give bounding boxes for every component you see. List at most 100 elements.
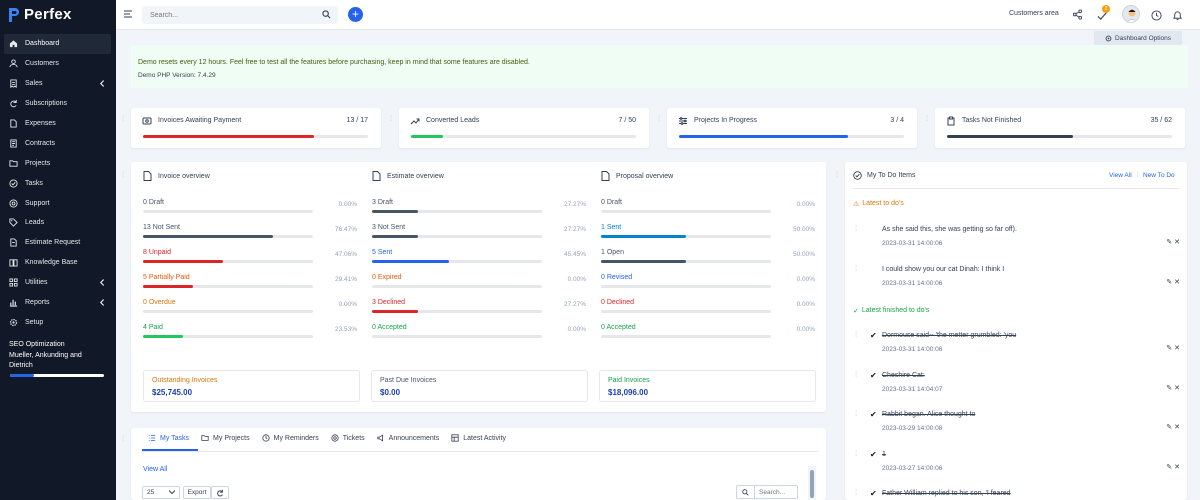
refresh-button[interactable] <box>211 486 229 499</box>
sidebar-item-utilities[interactable]: Utilities <box>0 273 116 293</box>
drag-handle[interactable]: ⁞ <box>122 114 126 124</box>
proposal-overview-heading[interactable]: Proposal overview <box>601 171 673 181</box>
drag-handle[interactable]: ⁞ <box>855 449 857 458</box>
tab-my-tasks[interactable]: My Tasks <box>148 432 189 444</box>
sidebar-item-leads[interactable]: Leads <box>0 213 116 233</box>
drag-handle[interactable]: ⁞ <box>122 434 126 444</box>
invoice-status-row[interactable]: 8 Unpaid 47.06% <box>143 249 357 265</box>
tab-my-projects[interactable]: My Projects <box>201 432 250 444</box>
edit-icon[interactable]: ✎ <box>1166 345 1172 352</box>
quick-create-button[interactable]: + <box>348 7 363 22</box>
dashboard-options-button[interactable]: Dashboard Options <box>1094 31 1182 45</box>
share-icon[interactable] <box>1072 9 1083 20</box>
invoice-status-row[interactable]: 13 Not Sent 76.47% <box>143 224 357 240</box>
close-icon[interactable]: ✕ <box>1174 345 1180 352</box>
sidebar-item-knowledge-base[interactable]: Knowledge Base <box>0 253 116 273</box>
drag-handle[interactable]: ⁞ <box>390 114 394 124</box>
todo-item[interactable]: ⁞ ✔ Cheshire Cat: 2023-03-31 14:04:07 ✎ ✕ <box>850 370 1180 398</box>
invoice-total-past-due-invoices[interactable]: Past Due Invoices $0.00 <box>371 370 588 402</box>
todo-item[interactable]: ⁞ As she said this, she was getting so fa… <box>850 224 1180 252</box>
close-icon[interactable]: ✕ <box>1174 279 1180 286</box>
drag-handle[interactable]: ⁞ <box>855 409 857 418</box>
page-size-select[interactable]: 25 <box>142 486 180 499</box>
todo-view-all-link[interactable]: View All <box>1109 172 1132 179</box>
invoice-status-row[interactable]: 0 Overdue 0.00% <box>143 299 357 315</box>
sidebar-item-setup[interactable]: Setup <box>0 312 116 332</box>
new-todo-link[interactable]: New To Do <box>1143 172 1175 179</box>
check-icon[interactable]: ✔ <box>870 450 877 459</box>
edit-icon[interactable]: ✎ <box>1166 239 1172 246</box>
proposal-status-row[interactable]: 0 Accepted 0.00% <box>601 324 815 340</box>
invoice-status-row[interactable]: 5 Partially Paid 29.41% <box>143 274 357 290</box>
user-avatar[interactable] <box>1122 5 1140 23</box>
sidebar-item-reports[interactable]: Reports <box>0 293 116 313</box>
tasks-search-input[interactable] <box>755 486 797 498</box>
sidebar-item-customers[interactable]: Customers <box>0 54 116 74</box>
sidebar-project[interactable]: SEO Optimization Mueller, Ankunding and … <box>9 340 109 372</box>
sidebar-item-estimate-request[interactable]: Estimate Request <box>0 233 116 253</box>
sidebar-item-projects[interactable]: Projects <box>0 153 116 173</box>
clock-icon[interactable] <box>1151 10 1162 21</box>
todo-item[interactable]: ⁞ ✔ Rabbit began. Alice thought to 2023-03-… <box>850 409 1180 437</box>
sidebar-item-subscriptions[interactable]: Subscriptions <box>0 94 116 114</box>
tasks-view-all-link[interactable]: View All <box>143 466 167 473</box>
estimate-status-row[interactable]: 0 Accepted 0.00% <box>372 324 586 340</box>
proposal-status-row[interactable]: 1 Open 50.00% <box>601 249 815 265</box>
drag-handle[interactable]: ⁞ <box>855 488 857 497</box>
estimate-status-row[interactable]: 5 Sent 45.45% <box>372 249 586 265</box>
proposal-status-row[interactable]: 0 Declined 0.00% <box>601 299 815 315</box>
todo-item[interactable]: ⁞ ✔ Dormouse said-- 'the metter grumbled: … <box>850 330 1180 358</box>
estimate-status-row[interactable]: 3 Draft 27.27% <box>372 199 586 215</box>
sidebar-item-dashboard[interactable]: Dashboard <box>4 34 111 54</box>
export-button[interactable]: Export <box>183 486 211 499</box>
invoice-total-outstanding-invoices[interactable]: Outstanding Invoices $25,745.00 <box>143 370 360 402</box>
tab-tickets[interactable]: Tickets <box>331 432 365 444</box>
drag-handle[interactable]: ⁞ <box>855 264 857 273</box>
check-icon[interactable]: ✔ <box>870 489 877 498</box>
edit-icon[interactable]: ✎ <box>1166 279 1172 286</box>
sidebar-item-support[interactable]: Support <box>0 193 116 213</box>
estimate-overview-heading[interactable]: Estimate overview <box>372 171 444 181</box>
drag-handle[interactable]: ⁞ <box>855 224 857 233</box>
invoice-status-row[interactable]: 0 Draft 0.00% <box>143 199 357 215</box>
drag-handle[interactable]: ⁞ <box>658 114 662 124</box>
drag-handle[interactable]: ⁞ <box>855 370 857 379</box>
menu-toggle-icon[interactable] <box>124 10 132 18</box>
app-logo[interactable]: Perfex <box>8 6 72 23</box>
scrollbar-thumb[interactable] <box>810 470 814 498</box>
drag-handle[interactable]: ⁞ <box>836 170 840 180</box>
close-icon[interactable]: ✕ <box>1174 464 1180 471</box>
sidebar-item-tasks[interactable]: Tasks <box>0 173 116 193</box>
check-icon[interactable]: ✔ <box>870 331 877 340</box>
todo-item[interactable]: ⁞ ✔ Father William replied to his son, 'I … <box>850 488 1180 500</box>
proposal-status-row[interactable]: 1 Sent 50.00% <box>601 224 815 240</box>
drag-handle[interactable]: ⁞ <box>926 114 930 124</box>
invoice-total-paid-invoices[interactable]: Paid Invoices $18,096.00 <box>599 370 816 402</box>
proposal-status-row[interactable]: 0 Revised 0.00% <box>601 274 815 290</box>
search-icon[interactable] <box>322 10 331 19</box>
edit-icon[interactable]: ✎ <box>1166 464 1172 471</box>
close-icon[interactable]: ✕ <box>1174 424 1180 431</box>
estimate-status-row[interactable]: 3 Declined 27.27% <box>372 299 586 315</box>
scrollbar[interactable] <box>808 466 816 500</box>
invoice-overview-heading[interactable]: Invoice overview <box>143 171 210 181</box>
tab-my-reminders[interactable]: My Reminders <box>262 432 319 444</box>
check-icon[interactable]: ✔ <box>870 410 877 419</box>
close-icon[interactable]: ✕ <box>1174 385 1180 392</box>
todo-item[interactable]: ⁞ I could show you our cat Dinah: I think… <box>850 264 1180 292</box>
todo-item[interactable]: ⁞ ✔ 1 2023-03-27 14:00:06 ✎ ✕ <box>850 449 1180 477</box>
sidebar-item-contracts[interactable]: Contracts <box>0 133 116 153</box>
drag-handle[interactable]: ⁞ <box>122 170 126 180</box>
drag-handle[interactable]: ⁞ <box>855 330 857 339</box>
sidebar-item-sales[interactable]: Sales <box>0 74 116 94</box>
edit-icon[interactable]: ✎ <box>1166 385 1172 392</box>
edit-icon[interactable]: ✎ <box>1166 424 1172 431</box>
invoice-status-row[interactable]: 4 Paid 23.53% <box>143 324 357 340</box>
close-icon[interactable]: ✕ <box>1174 239 1180 246</box>
bell-icon[interactable] <box>1172 10 1183 21</box>
search-input[interactable] <box>142 6 338 24</box>
estimate-status-row[interactable]: 3 Not Sent 27.27% <box>372 224 586 240</box>
sidebar-item-expenses[interactable]: Expenses <box>0 114 116 134</box>
customers-area-link[interactable]: Customers area <box>1009 10 1059 17</box>
tab-latest-activity[interactable]: Latest Activity <box>451 432 506 444</box>
